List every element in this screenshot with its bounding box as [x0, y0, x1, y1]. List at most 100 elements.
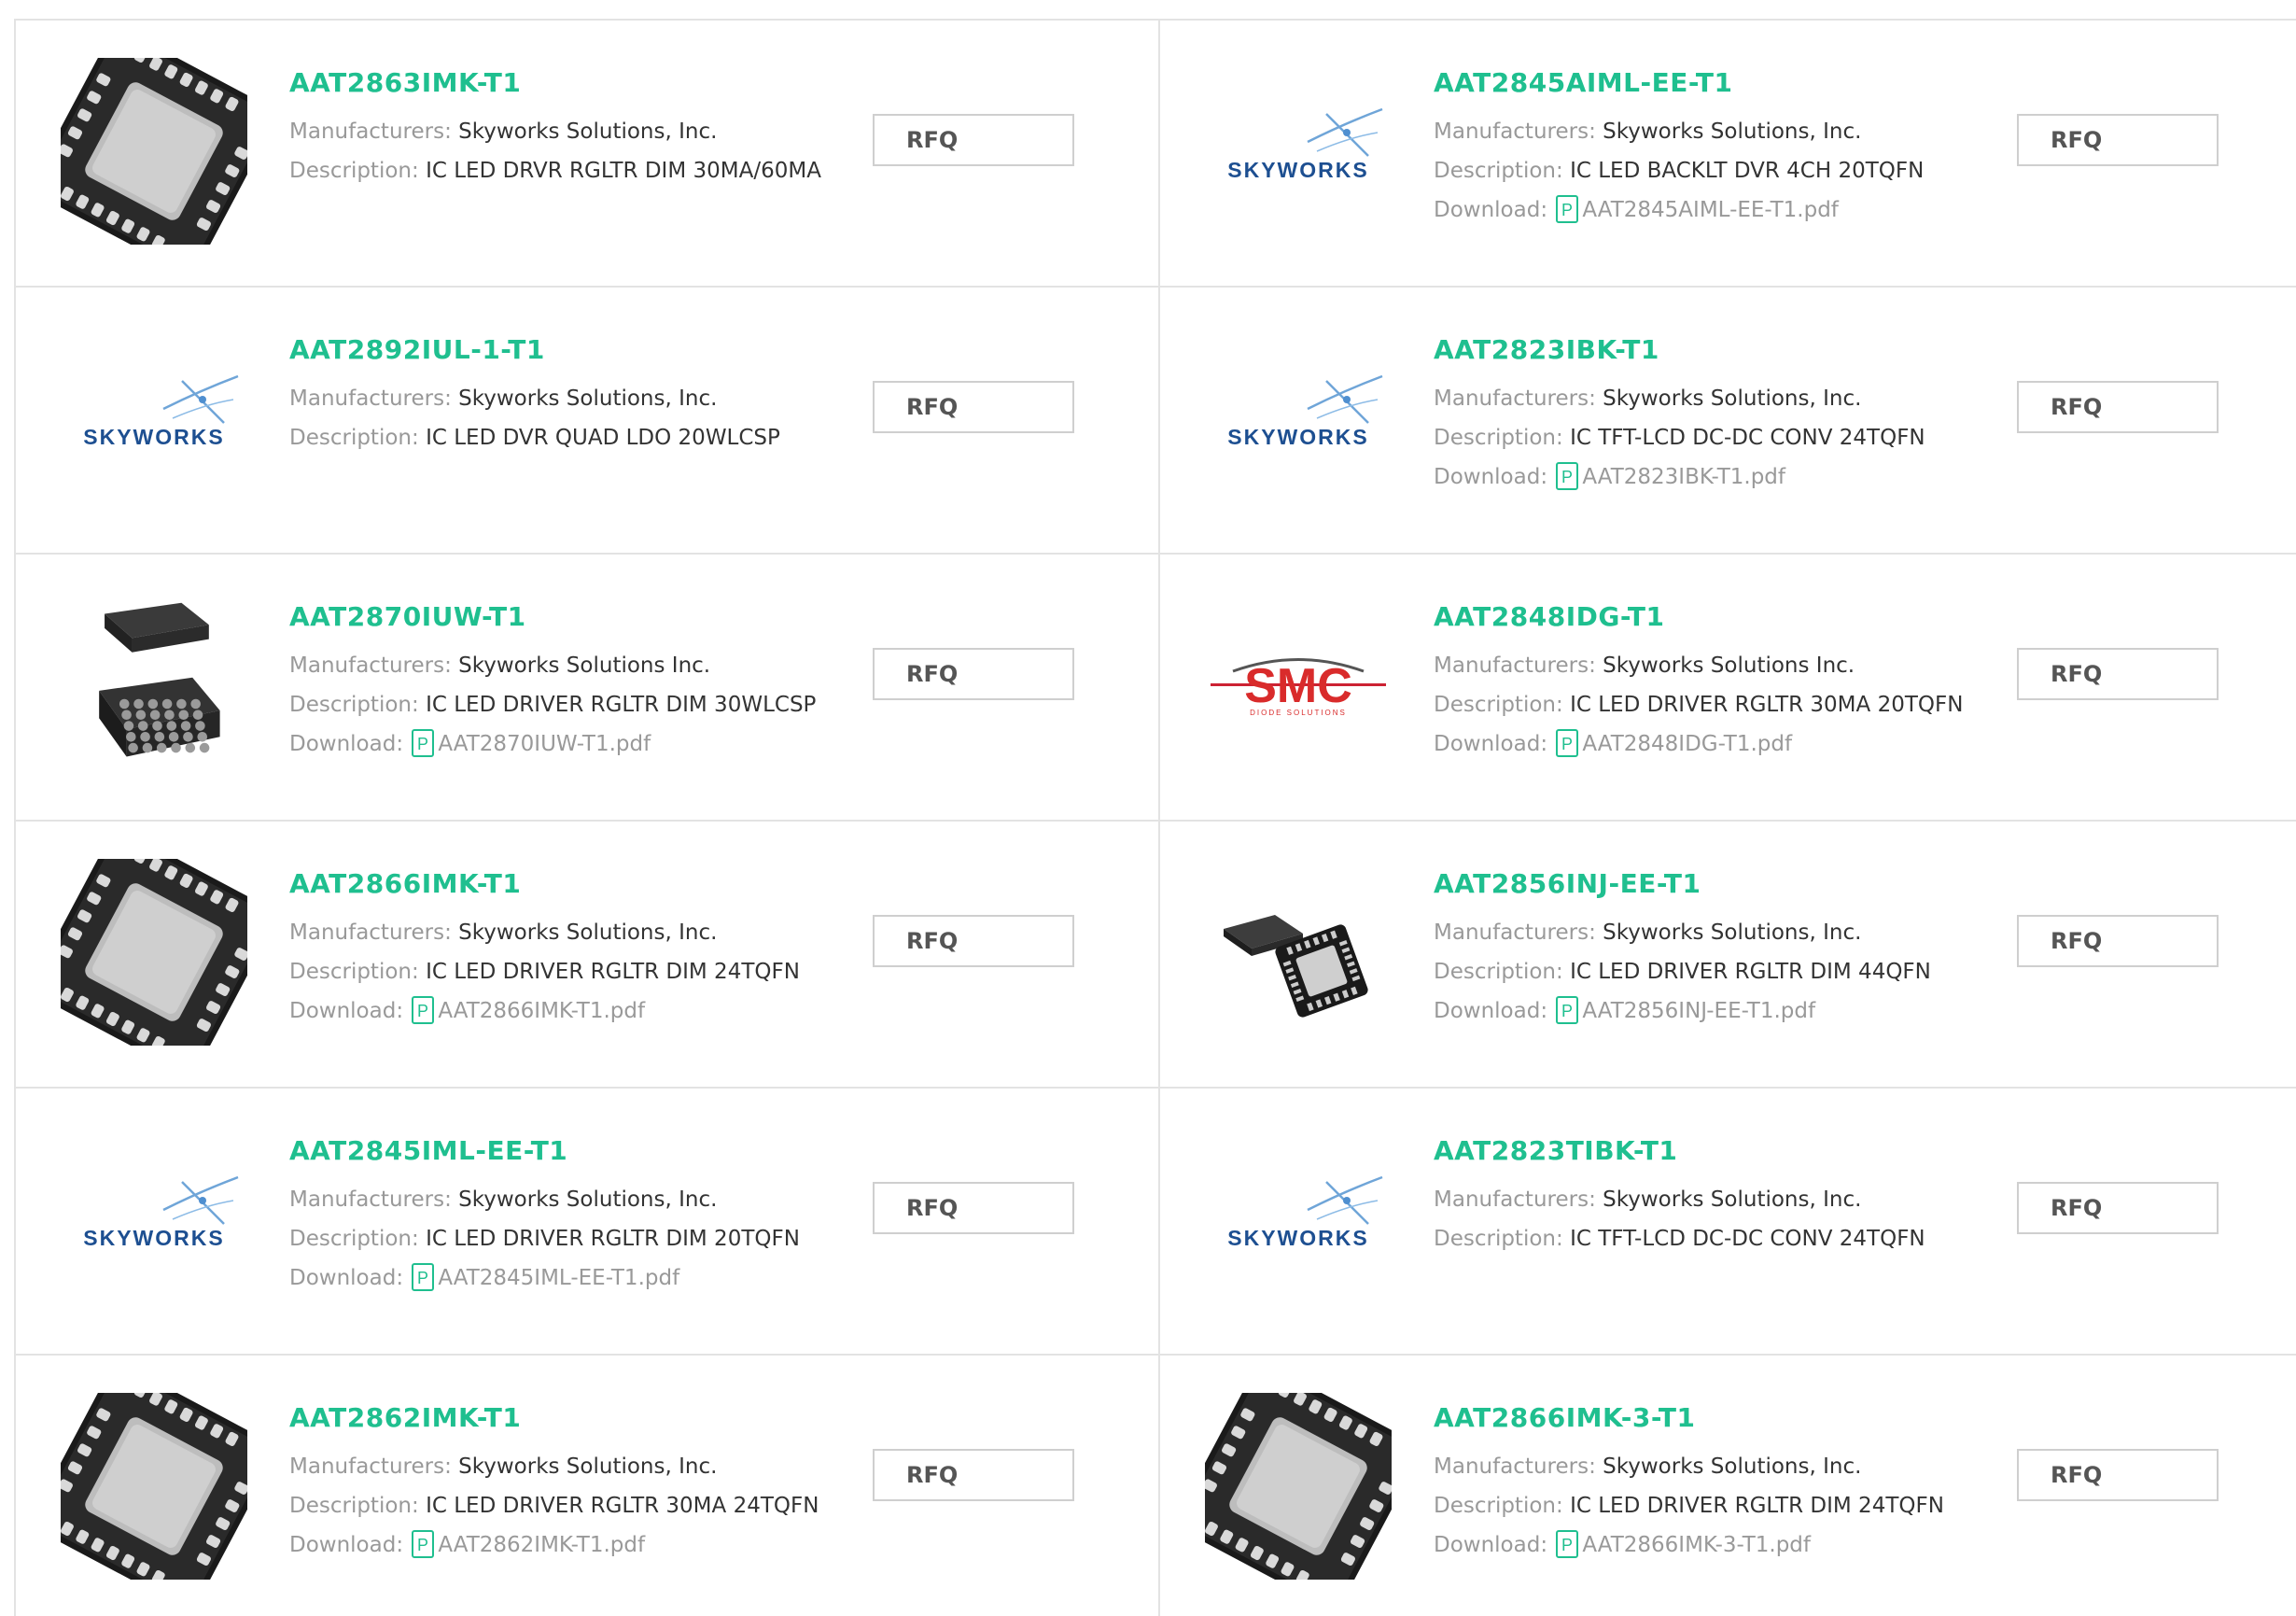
product-part-number-link[interactable]: AAT2848IDG-T1: [1434, 601, 1956, 633]
product-info: AAT2866IMK-3-T1 Manufacturers: Skyworks S…: [1434, 1402, 1956, 1565]
skyworks-logo-icon: SKYWORKS: [83, 374, 239, 449]
product-image[interactable]: SKYWORKS: [1205, 1126, 1392, 1313]
product-image[interactable]: [1205, 859, 1392, 1046]
product-image[interactable]: [61, 592, 247, 779]
rfq-button[interactable]: RFQ: [2017, 1182, 2219, 1234]
description-value: IC TFT-LCD DC-DC CONV 24TQFN: [1570, 426, 1925, 450]
product-part-number-link[interactable]: AAT2870IUW-T1: [289, 601, 812, 633]
description-value: IC LED DVR QUAD LDO 20WLCSP: [426, 426, 780, 450]
datasheet-download-link[interactable]: AAT2866IMK-T1.pdf: [438, 999, 645, 1023]
description-row: Description: IC LED DRIVER RGLTR 30MA 24…: [289, 1486, 819, 1525]
rfq-button[interactable]: RFQ: [873, 1449, 1074, 1501]
manufacturer-value: Skyworks Solutions, Inc.: [458, 386, 718, 411]
manufacturer-row: Manufacturers: Skyworks Solutions, Inc.: [1434, 112, 1956, 151]
product-image[interactable]: SKYWORKS: [61, 325, 247, 512]
datasheet-download-link[interactable]: AAT2856INJ-EE-T1.pdf: [1582, 999, 1815, 1023]
manufacturer-value: Skyworks Solutions, Inc.: [1603, 119, 1862, 144]
product-image[interactable]: SKYWORKS: [1205, 58, 1392, 245]
datasheet-download-link[interactable]: AAT2848IDG-T1.pdf: [1582, 732, 1792, 756]
product-part-number-link[interactable]: AAT2866IMK-T1: [289, 868, 812, 900]
wlcsp-chip-icon: [99, 602, 220, 757]
manufacturer-row: Manufacturers: Skyworks Solutions, Inc.: [289, 379, 812, 418]
svg-text:DIODE SOLUTIONS: DIODE SOLUTIONS: [1250, 709, 1347, 717]
manufacturer-value: Skyworks Solutions, Inc.: [1603, 920, 1862, 945]
download-row: Download: P AAT2866IMK-T1.pdf: [289, 991, 812, 1031]
product-image[interactable]: SMC DIODE SOLUTIONS: [1205, 592, 1392, 779]
datasheet-download-link[interactable]: AAT2845AIML-EE-T1.pdf: [1582, 198, 1839, 222]
product-part-number-link[interactable]: AAT2845AIML-EE-T1: [1434, 67, 1956, 99]
product-image[interactable]: SKYWORKS: [1205, 325, 1392, 512]
download-row: Download: P AAT2862IMK-T1.pdf: [289, 1525, 812, 1565]
product-part-number-link[interactable]: AAT2866IMK-3-T1: [1434, 1402, 1956, 1434]
manufacturer-label: Manufacturers:: [289, 1187, 452, 1212]
pdf-file-icon: P: [1556, 461, 1579, 490]
rfq-button[interactable]: RFQ: [2017, 1449, 2219, 1501]
datasheet-download-link[interactable]: AAT2866IMK-3-T1.pdf: [1582, 1533, 1811, 1557]
product-card: SKYWORKS AAT2845AIML-EE-T1 Manufacturers:…: [1160, 21, 2296, 288]
description-row: Description: IC LED DRIVER RGLTR DIM 24T…: [289, 952, 812, 991]
description-row: Description: IC LED DRIVER RGLTR DIM 30W…: [289, 685, 816, 724]
datasheet-download-link[interactable]: AAT2862IMK-T1.pdf: [438, 1533, 645, 1557]
product-part-number-link[interactable]: AAT2823TIBK-T1: [1434, 1135, 1956, 1167]
svg-text:P: P: [1561, 735, 1573, 753]
manufacturer-value: Skyworks Solutions, Inc.: [1603, 1187, 1862, 1212]
qfn-chip-icon: [61, 1393, 247, 1580]
product-image[interactable]: [61, 859, 247, 1046]
description-label: Description:: [289, 693, 419, 717]
product-part-number-link[interactable]: AAT2845IML-EE-T1: [289, 1135, 812, 1167]
manufacturer-label: Manufacturers:: [289, 653, 452, 678]
description-value: IC LED DRIVER RGLTR DIM 24TQFN: [1570, 1494, 1944, 1518]
datasheet-download-link[interactable]: AAT2823IBK-T1.pdf: [1582, 465, 1785, 489]
datasheet-download-link[interactable]: AAT2870IUW-T1.pdf: [438, 732, 651, 756]
description-row: Description: IC TFT-LCD DC-DC CONV 24TQF…: [1434, 1219, 1956, 1258]
product-part-number-link[interactable]: AAT2856INJ-EE-T1: [1434, 868, 1956, 900]
product-part-number-link[interactable]: AAT2863IMK-T1: [289, 67, 812, 99]
manufacturer-label: Manufacturers:: [1434, 1187, 1596, 1212]
rfq-button[interactable]: RFQ: [2017, 915, 2219, 967]
manufacturer-label: Manufacturers:: [1434, 920, 1596, 945]
description-value: IC LED DRIVER RGLTR 30MA 24TQFN: [426, 1494, 819, 1518]
svg-text:P: P: [1561, 1536, 1573, 1554]
download-row: Download: P AAT2845IML-EE-T1.pdf: [289, 1258, 812, 1298]
description-label: Description:: [1434, 1494, 1563, 1518]
rfq-button[interactable]: RFQ: [2017, 114, 2219, 166]
manufacturer-label: Manufacturers:: [289, 920, 452, 945]
rfq-button[interactable]: RFQ: [2017, 648, 2219, 700]
product-image[interactable]: [1205, 1393, 1392, 1580]
manufacturer-label: Manufacturers:: [289, 1454, 452, 1479]
rfq-button[interactable]: RFQ: [873, 648, 1074, 700]
product-info: AAT2845IML-EE-T1 Manufacturers: Skyworks …: [289, 1135, 812, 1298]
rfq-button[interactable]: RFQ: [873, 114, 1074, 166]
rfq-button[interactable]: RFQ: [873, 1182, 1074, 1234]
description-label: Description:: [1434, 159, 1563, 183]
product-image[interactable]: [61, 1393, 247, 1580]
description-label: Description:: [1434, 960, 1563, 984]
description-value: IC LED DRIVER RGLTR DIM 30WLCSP: [426, 693, 817, 717]
svg-text:P: P: [417, 1536, 428, 1554]
skyworks-logo-icon: SKYWORKS: [1227, 374, 1383, 449]
product-part-number-link[interactable]: AAT2862IMK-T1: [289, 1402, 812, 1434]
product-part-number-link[interactable]: AAT2892IUL-1-T1: [289, 334, 812, 366]
svg-text:SKYWORKS: SKYWORKS: [1227, 1226, 1368, 1250]
description-row: Description: IC TFT-LCD DC-DC CONV 24TQF…: [1434, 418, 1956, 457]
rfq-button[interactable]: RFQ: [873, 915, 1074, 967]
product-info: AAT2823TIBK-T1 Manufacturers: Skyworks So…: [1434, 1135, 1956, 1258]
product-info: AAT2870IUW-T1 Manufacturers: Skyworks Sol…: [289, 601, 816, 764]
manufacturer-label: Manufacturers:: [1434, 119, 1596, 144]
product-info: AAT2863IMK-T1 Manufacturers: Skyworks Sol…: [289, 67, 821, 190]
manufacturer-row: Manufacturers: Skyworks Solutions, Inc.: [289, 1180, 812, 1219]
description-value: IC LED DRIVER RGLTR DIM 44QFN: [1570, 960, 1931, 984]
download-row: Download: P AAT2845AIML-EE-T1.pdf: [1434, 190, 1956, 230]
rfq-button[interactable]: RFQ: [2017, 381, 2219, 433]
download-label: Download:: [289, 1533, 404, 1557]
product-image[interactable]: [61, 58, 247, 245]
pdf-file-icon: P: [412, 728, 435, 757]
download-row: Download: P AAT2870IUW-T1.pdf: [289, 724, 812, 764]
download-row: Download: P AAT2856INJ-EE-T1.pdf: [1434, 991, 1956, 1031]
rfq-button[interactable]: RFQ: [873, 381, 1074, 433]
product-image[interactable]: SKYWORKS: [61, 1126, 247, 1313]
datasheet-download-link[interactable]: AAT2845IML-EE-T1.pdf: [438, 1266, 679, 1290]
download-label: Download:: [1434, 198, 1548, 222]
product-card: AAT2856INJ-EE-T1 Manufacturers: Skyworks …: [1160, 822, 2296, 1089]
product-part-number-link[interactable]: AAT2823IBK-T1: [1434, 334, 1956, 366]
